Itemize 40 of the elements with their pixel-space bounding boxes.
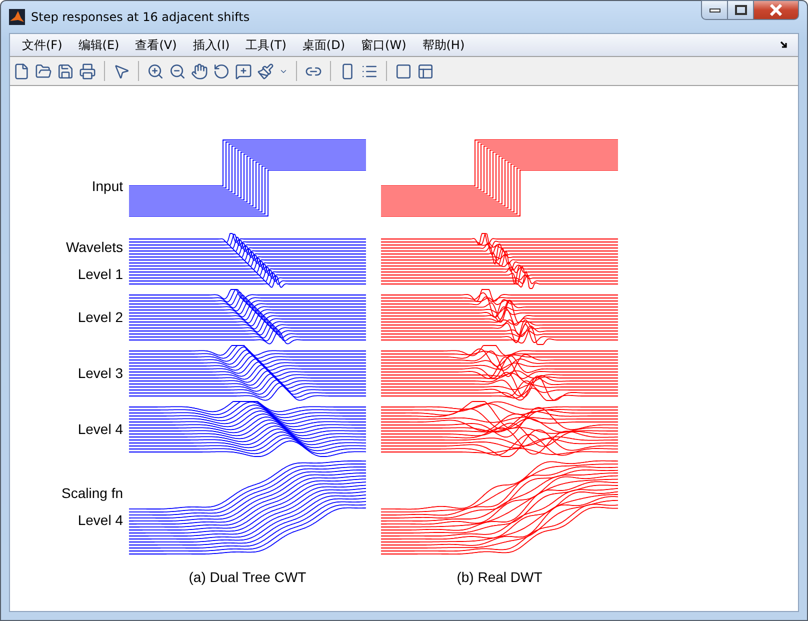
axis-label: Input — [92, 176, 123, 196]
menu-item[interactable]: 插入(I) — [184, 36, 238, 54]
menu-item[interactable]: 编辑(E) — [70, 36, 128, 54]
brush-icon[interactable] — [257, 62, 274, 80]
data-cursor-icon[interactable] — [235, 62, 252, 80]
minimize-button[interactable] — [701, 0, 728, 20]
peak-logo-icon — [9, 9, 25, 25]
axis-label: Level 2 — [78, 308, 123, 326]
menu-item[interactable]: 桌面(D) — [294, 36, 354, 54]
new-file-icon[interactable] — [13, 62, 30, 80]
printer-icon[interactable] — [79, 62, 96, 80]
menu-item[interactable]: 查看(V) — [127, 36, 185, 54]
pointer-icon[interactable] — [113, 62, 130, 80]
minimize-icon — [708, 7, 720, 13]
close-icon — [769, 4, 783, 16]
hand-icon[interactable] — [191, 62, 208, 80]
axis-label: Level 1 — [78, 265, 123, 284]
axis-label: Level 4 — [78, 511, 123, 530]
square-icon[interactable] — [395, 62, 412, 80]
zoom-out-icon[interactable] — [169, 62, 186, 80]
menu-item[interactable]: 工具(T) — [238, 36, 294, 54]
axis-label: Level 3 — [78, 364, 123, 382]
maximize-icon — [734, 5, 746, 15]
axis-label: Scaling fn — [62, 484, 123, 503]
menu-item[interactable]: 帮助(H) — [414, 36, 473, 54]
window-title: Step responses at 16 adjacent shifts — [31, 10, 250, 24]
save-icon[interactable] — [57, 62, 74, 80]
panel-icon[interactable] — [417, 62, 434, 80]
zoom-in-icon[interactable] — [147, 62, 164, 80]
close-button[interactable] — [753, 0, 799, 20]
menu-item[interactable]: 窗口(W) — [353, 36, 414, 54]
maximize-button[interactable] — [727, 0, 754, 20]
menu-item[interactable]: 文件(F) — [14, 36, 70, 54]
rotate-icon[interactable] — [213, 62, 230, 80]
panel-caption: (a) Dual Tree CWT — [188, 568, 308, 585]
dock-arrow-icon[interactable] — [780, 41, 788, 49]
axis-label: Wavelets — [66, 238, 123, 257]
panel-caption: (b) Real DWT — [456, 568, 544, 585]
axis-label: Level 4 — [78, 420, 123, 438]
open-folder-icon[interactable] — [35, 62, 52, 80]
